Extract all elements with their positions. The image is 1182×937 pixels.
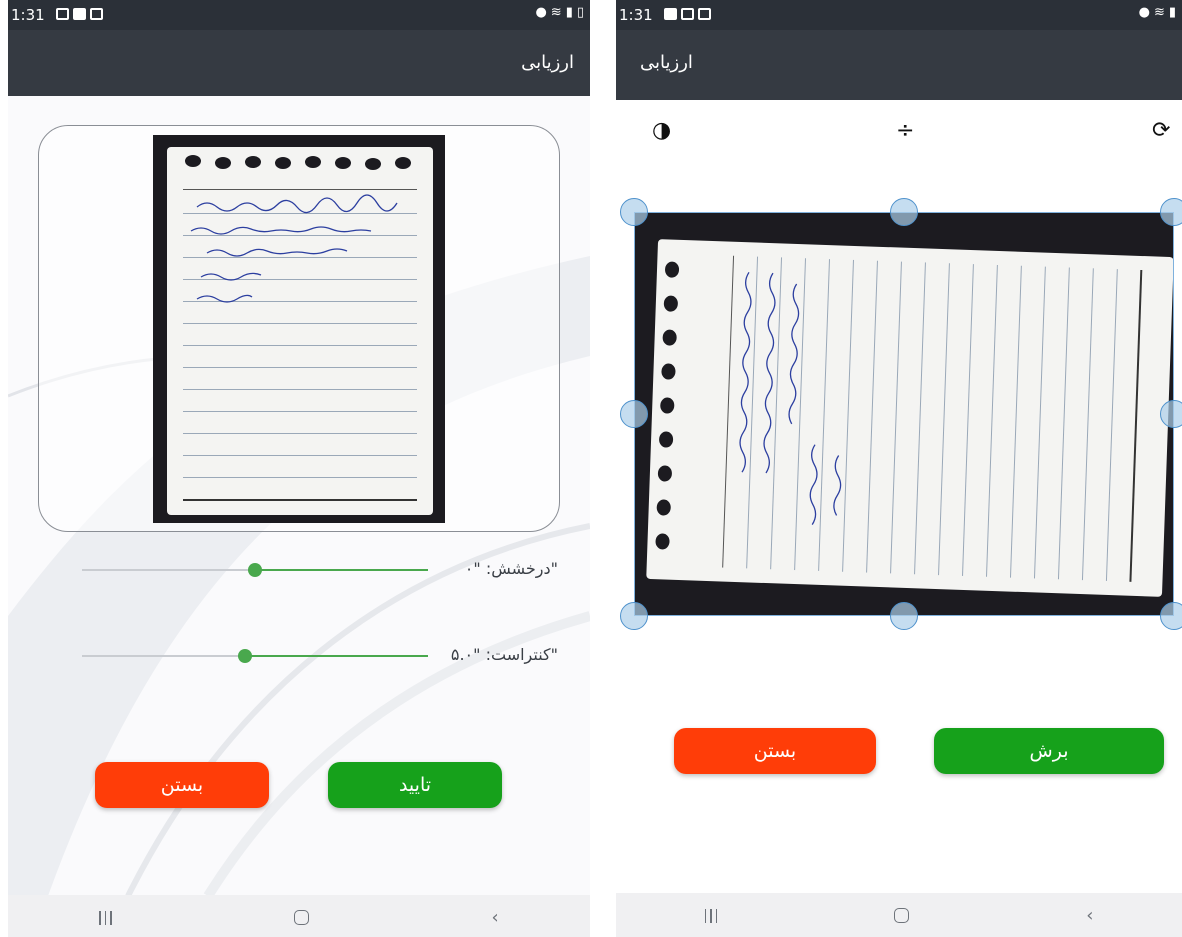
crop-handle-middle-right[interactable]: [1160, 400, 1182, 428]
crop-selection-border[interactable]: [634, 212, 1174, 616]
status-bar: 1:31 ● ≋ ▮ ▯: [8, 0, 590, 30]
app-notification-icon: [90, 8, 103, 20]
signal-icon: ▮: [565, 5, 573, 20]
contrast-icon[interactable]: ◑: [652, 118, 671, 143]
crop-handle-bottom-right[interactable]: [1160, 602, 1182, 630]
recents-nav-icon[interactable]: [704, 908, 718, 923]
crop-handle-middle-left[interactable]: [620, 400, 648, 428]
notification-icons: [664, 8, 711, 20]
contrast-slider-fill: [244, 655, 428, 657]
evaluation-crop-screen: 1:31 ● ≋ ▮ ارزیابی ◑ ÷ ⟳ بستن برش ‹: [616, 0, 1182, 937]
crop-handle-bottom-left[interactable]: [620, 602, 648, 630]
brightness-slider-fill: [255, 569, 428, 571]
contrast-slider[interactable]: "کنتراست: "۵.۰: [78, 641, 558, 671]
crop-handle-top-center[interactable]: [890, 198, 918, 226]
document-photo: [153, 135, 445, 523]
close-button[interactable]: بستن: [95, 762, 269, 808]
system-status-icons: ● ≋ ▮: [1139, 5, 1176, 20]
brightness-slider-thumb[interactable]: [248, 563, 262, 577]
crop-handle-top-left[interactable]: [620, 198, 648, 226]
home-nav-icon[interactable]: [294, 910, 310, 925]
notebook-page: [167, 147, 433, 515]
status-bar: 1:31 ● ≋ ▮: [616, 0, 1182, 30]
close-button[interactable]: بستن: [674, 728, 876, 774]
rotate-icon[interactable]: ⟳: [1152, 118, 1170, 143]
crop-handle-top-right[interactable]: [1160, 198, 1182, 226]
back-nav-icon[interactable]: ‹: [492, 907, 499, 928]
wifi-icon: ≋: [1153, 5, 1165, 20]
status-time: 1:31: [11, 6, 45, 24]
wifi-icon: ≋: [550, 5, 562, 20]
image-notification-icon: [73, 8, 86, 20]
gallery-notification-icon: [56, 8, 69, 20]
notification-icons: [56, 8, 103, 20]
crop-handle-bottom-center[interactable]: [890, 602, 918, 630]
contrast-label: "کنتراست: "۵.۰: [450, 645, 558, 664]
location-icon: ●: [1138, 5, 1150, 20]
image-notification-icon: [664, 8, 677, 20]
handwriting-scribbles: [190, 194, 398, 303]
system-nav-bar: ‹: [8, 895, 590, 937]
back-nav-icon[interactable]: ‹: [1086, 905, 1093, 926]
home-nav-icon[interactable]: [894, 908, 910, 923]
compress-icon[interactable]: ÷: [896, 118, 914, 143]
brightness-slider[interactable]: "درخشش: "۰: [78, 555, 558, 585]
app-bar: ارزیابی: [8, 30, 590, 96]
app-title: ارزیابی: [521, 52, 574, 73]
system-nav-bar: ‹: [616, 893, 1182, 937]
battery-icon: ▯: [576, 5, 584, 20]
recents-nav-icon[interactable]: [99, 910, 112, 925]
app-bar: ارزیابی: [616, 30, 1182, 100]
confirm-button[interactable]: تایید: [328, 762, 502, 808]
location-icon: ●: [535, 5, 547, 20]
signal-icon: ▮: [1168, 5, 1176, 20]
brightness-label: "درخشش: "۰: [464, 559, 558, 578]
app-notification-icon: [698, 8, 711, 20]
evaluation-adjust-screen: 1:31 ● ≋ ▮ ▯ ارزیابی "درخشش: "۰ "کنتراست…: [8, 0, 590, 937]
status-time: 1:31: [619, 6, 653, 24]
app-title: ارزیابی: [640, 52, 693, 73]
crop-button[interactable]: برش: [934, 728, 1164, 774]
gallery-notification-icon: [681, 8, 694, 20]
contrast-slider-thumb[interactable]: [237, 649, 252, 663]
system-status-icons: ● ≋ ▮ ▯: [535, 5, 584, 20]
